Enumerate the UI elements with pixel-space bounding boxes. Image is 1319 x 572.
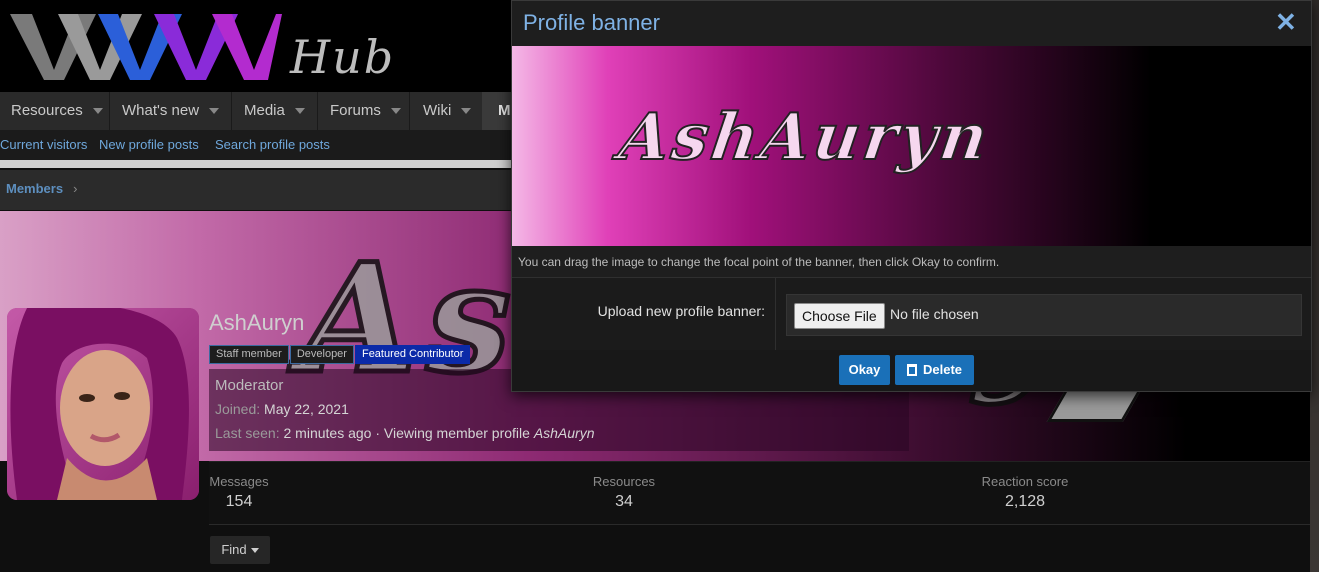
nav-forums[interactable]: Forums (330, 92, 401, 130)
upload-row: Upload new profile banner: Choose File N… (512, 277, 1311, 351)
modal-title: Profile banner (523, 10, 660, 35)
profile-banner-modal: Profile banner ✕ AshAuryn You can drag t… (511, 0, 1312, 392)
breadcrumb[interactable]: Members › (6, 181, 77, 196)
upload-label-cell: Upload new profile banner: (512, 278, 776, 350)
nav-label: Wiki (423, 102, 452, 119)
nav-label: M (498, 102, 511, 119)
profile-username[interactable]: AshAuryn (209, 310, 304, 336)
file-status: No file chosen (890, 306, 979, 322)
nav-resources[interactable]: Resources (11, 92, 103, 130)
last-seen-value: 2 minutes ago · Viewing member profile (283, 425, 530, 441)
badge-developer: Developer (289, 345, 354, 364)
chevron-down-icon[interactable] (209, 108, 220, 115)
chevron-right-icon: › (73, 181, 78, 196)
stat-value: 2,128 (1004, 493, 1046, 510)
banner-preview[interactable]: AshAuryn (512, 46, 1311, 246)
subnav-search-profile-posts[interactable]: Search profile posts (215, 137, 330, 152)
file-input[interactable]: Choose File No file chosen (786, 294, 1302, 336)
last-seen-label: Last seen: (215, 425, 280, 441)
user-badges: Staff member Developer Featured Contributo… (209, 344, 471, 364)
stat-value: 34 (615, 493, 633, 510)
nav-media[interactable]: Media (244, 92, 305, 130)
delete-label: Delete (922, 362, 963, 377)
page-progress-bar (0, 160, 520, 168)
nav-divider (231, 92, 232, 130)
nav-label: What's new (122, 102, 200, 119)
badge-featured: Featured Contributor (354, 345, 471, 364)
nav-label: Resources (11, 102, 83, 119)
stat-label: Reaction score (981, 474, 1069, 489)
upload-label: Upload new profile banner: (597, 303, 765, 319)
chevron-down-icon[interactable] (92, 108, 103, 115)
nav-divider (109, 92, 110, 130)
profile-last-seen: Last seen: 2 minutes ago · Viewing membe… (215, 425, 595, 441)
subnav-current-visitors[interactable]: Current visitors (0, 137, 87, 152)
modal-footer: Okay Delete (512, 350, 1311, 391)
choose-file-button[interactable]: Choose File (794, 303, 885, 329)
joined-value: May 22, 2021 (264, 401, 349, 417)
chevron-down-icon[interactable] (390, 108, 401, 115)
avatar[interactable] (7, 308, 199, 500)
nav-divider (409, 92, 410, 130)
okay-button[interactable]: Okay (839, 355, 890, 385)
find-label: Find (221, 542, 247, 557)
stat-label: Resources (592, 474, 656, 489)
stat-reaction-score[interactable]: Reaction score 2,128 (975, 474, 1075, 511)
chevron-down-icon[interactable] (461, 108, 472, 115)
nav-divider (317, 92, 318, 130)
find-button[interactable]: Find (210, 536, 270, 564)
banner-hint: You can drag the image to change the foc… (518, 255, 1000, 269)
trash-icon (906, 363, 917, 376)
subnav-new-profile-posts[interactable]: New profile posts (99, 137, 199, 152)
profile-role: Moderator (215, 377, 284, 394)
delete-button[interactable]: Delete (895, 355, 974, 385)
stat-messages[interactable]: Messages 154 (209, 474, 269, 511)
stat-label: Messages (209, 474, 269, 489)
nav-wiki[interactable]: Wiki (423, 92, 472, 130)
profile-stats: Messages 154 Resources 34 Reaction score… (209, 461, 1319, 525)
caret-down-icon (250, 548, 259, 554)
close-icon[interactable]: ✕ (1275, 7, 1297, 38)
chevron-down-icon[interactable] (294, 108, 305, 115)
banner-preview-text: AshAuryn (614, 99, 996, 176)
stat-resources[interactable]: Resources 34 (589, 474, 659, 511)
nav-whats-new[interactable]: What's new (122, 92, 220, 130)
joined-label: Joined: (215, 401, 261, 417)
nav-label: Forums (330, 102, 381, 119)
profile-joined: Joined: May 22, 2021 (215, 401, 349, 417)
last-seen-profile-link[interactable]: AshAuryn (534, 425, 595, 441)
stat-value: 154 (225, 493, 253, 510)
breadcrumb-members[interactable]: Members (6, 181, 63, 196)
logo-hub-text: Hub (290, 30, 396, 84)
badge-staff: Staff member (209, 345, 289, 364)
avatar-image (7, 308, 199, 500)
nav-label: Media (244, 102, 285, 119)
